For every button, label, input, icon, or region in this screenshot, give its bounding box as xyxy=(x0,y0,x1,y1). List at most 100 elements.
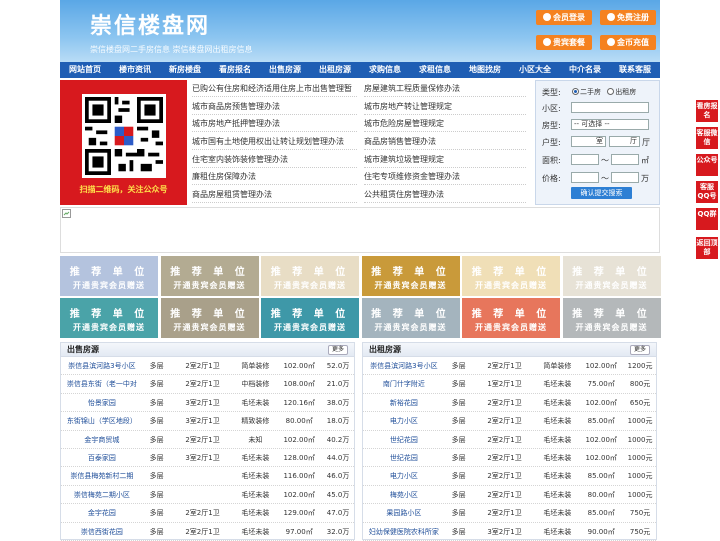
area-max-input[interactable] xyxy=(611,154,639,165)
table-row[interactable]: 妇幼保健医院农科所家 多层 3室2厅1卫 毛坯未装 90.00㎡ 750元 xyxy=(363,523,656,541)
nav-item[interactable]: 出租房源 xyxy=(310,62,360,78)
nav-item[interactable]: 求购信息 xyxy=(360,62,410,78)
vip-package-button[interactable]: 贵宾套餐 xyxy=(536,35,592,50)
hall-select[interactable]: 厅 xyxy=(609,136,640,147)
table-row[interactable]: 金宇商贸城 多层 2室2厅1卫 未知 102.00㎡ 40.2万 xyxy=(61,431,354,449)
policy-link[interactable]: 已购公有住房和经济适用住房上市出售管理暂 xyxy=(192,80,357,97)
listing-name[interactable]: 果园路小区 xyxy=(363,504,445,521)
price-min-input[interactable] xyxy=(571,172,599,183)
table-row[interactable]: 怡景家园 多层 3室2厅1卫 毛坯未装 120.16㎡ 38.0万 xyxy=(61,394,354,413)
listing-name[interactable]: 崇信县滨河路3号小区 xyxy=(363,357,445,374)
sidebar-button[interactable]: 看房报名 xyxy=(696,100,718,122)
table-row[interactable]: 东街锦山（学区地段） 多层 3室2厅1卫 精致装修 80.00㎡ 18.0万 xyxy=(61,412,354,431)
recommend-unit-tile[interactable]: 推 荐 单 位开通贵宾会员赠送 xyxy=(60,256,158,296)
policy-link[interactable]: 城市建筑垃圾管理规定 xyxy=(364,151,526,168)
table-row[interactable]: 百泰家园 多层 3室2厅1卫 毛坯未装 128.00㎡ 44.0万 xyxy=(61,449,354,468)
ad-banner[interactable] xyxy=(60,207,660,253)
listing-name[interactable]: 金宇花园 xyxy=(61,504,143,521)
listing-name[interactable]: 世纪花园 xyxy=(363,449,445,466)
table-row[interactable]: 崇信县东街（老一中对 多层 2室2厅1卫 中档装修 108.00㎡ 21.0万 xyxy=(61,375,354,394)
nav-item[interactable]: 看房报名 xyxy=(210,62,260,78)
listing-name[interactable]: 电力小区 xyxy=(363,467,445,484)
sidebar-button[interactable]: 返回顶部 xyxy=(696,237,718,259)
sidebar-button[interactable]: QQ群 xyxy=(696,208,718,230)
policy-link[interactable]: 城市危险房屋管理规定 xyxy=(364,115,526,132)
listing-name[interactable]: 电力小区 xyxy=(363,412,445,429)
nav-item[interactable]: 地图找房 xyxy=(460,62,510,78)
recommend-unit-tile[interactable]: 推 荐 单 位开通贵宾会员赠送 xyxy=(160,298,259,338)
policy-link[interactable]: 住宅专项维修资金管理办法 xyxy=(364,168,526,185)
listing-name[interactable]: 世纪花园 xyxy=(363,431,445,448)
policy-link[interactable]: 房屋建筑工程质量保修办法 xyxy=(364,80,526,97)
nav-item[interactable]: 中介名录 xyxy=(560,62,610,78)
listing-name[interactable]: 崇信县滨河路3号小区 xyxy=(61,357,143,374)
house-type-select[interactable]: -- 可选择 -- xyxy=(571,119,649,130)
policy-link[interactable]: 商品房销售管理办法 xyxy=(364,133,526,150)
nav-item[interactable]: 网站首页 xyxy=(60,62,110,78)
register-button[interactable]: 免费注册 xyxy=(600,10,656,25)
table-row[interactable]: 崇信梅苑二期小区 多层 毛坯未装 102.00㎡ 45.0万 xyxy=(61,486,354,505)
sidebar-button[interactable]: 客服微信 xyxy=(696,127,718,149)
policy-link[interactable]: 住宅室内装饰装修管理办法 xyxy=(192,151,357,168)
radio-resale[interactable] xyxy=(572,88,579,95)
recharge-button[interactable]: 金币充值 xyxy=(600,35,656,50)
site-logo[interactable]: 崇信楼盘网 xyxy=(90,8,210,40)
listing-name[interactable]: 妇幼保健医院农科所家 xyxy=(363,523,445,540)
listing-name[interactable]: 崇信县梅苑新村二期 xyxy=(61,467,143,484)
policy-link[interactable]: 城市国有土地使用权出让转让规划管理办法 xyxy=(192,133,357,150)
sidebar-button[interactable]: 公众号 xyxy=(696,154,718,176)
rent-more-button[interactable]: 更多 xyxy=(629,345,650,355)
table-row[interactable]: 崇信县滨河路3号小区 多层 2室2厅1卫 简单装修 102.00㎡ 1200元 xyxy=(363,357,656,376)
policy-link[interactable]: 城市商品房预售管理办法 xyxy=(192,98,357,115)
policy-link[interactable]: 商品房屋租赁管理办法 xyxy=(192,186,357,203)
listing-name[interactable]: 崇信西街花园 xyxy=(61,523,143,540)
listing-name[interactable]: 崇信县东街（老一中对 xyxy=(61,375,143,392)
sale-more-button[interactable]: 更多 xyxy=(327,345,348,355)
recommend-unit-tile[interactable]: 推 荐 单 位开通贵宾会员赠送 xyxy=(562,256,661,296)
listing-name[interactable]: 梅苑小区 xyxy=(363,486,445,503)
policy-link[interactable]: 公共租赁住房管理办法 xyxy=(364,186,526,203)
sidebar-button[interactable]: 客服QQ号 xyxy=(696,181,718,203)
room-select[interactable]: 室 xyxy=(571,136,606,147)
table-row[interactable]: 果园路小区 多层 2室2厅1卫 毛坯未装 85.00㎡ 750元 xyxy=(363,504,656,523)
area-min-input[interactable] xyxy=(571,154,599,165)
table-row[interactable]: 崇信县梅苑新村二期 多层 毛坯未装 116.00㎡ 46.0万 xyxy=(61,467,354,486)
table-row[interactable]: 金宇花园 多层 2室2厅1卫 毛坯未装 129.00㎡ 47.0万 xyxy=(61,504,354,523)
recommend-unit-tile[interactable]: 推 荐 单 位开通贵宾会员赠送 xyxy=(261,256,359,296)
table-row[interactable]: 南门什字附近 多层 1室2厅1卫 毛坯未装 75.00㎡ 800元 xyxy=(363,375,656,394)
table-row[interactable]: 世纪花园 多层 2室2厅1卫 毛坯未装 102.00㎡ 1000元 xyxy=(363,449,656,468)
table-row[interactable]: 电力小区 多层 2室2厅1卫 毛坯未装 85.00㎡ 1000元 xyxy=(363,412,656,431)
recommend-unit-tile[interactable]: 推 荐 单 位开通贵宾会员赠送 xyxy=(462,298,560,338)
community-input[interactable] xyxy=(571,102,649,113)
nav-item[interactable]: 出售房源 xyxy=(260,62,310,78)
nav-item[interactable]: 求租信息 xyxy=(410,62,460,78)
radio-rent[interactable] xyxy=(607,88,615,95)
recommend-unit-tile[interactable]: 推 荐 单 位开通贵宾会员赠送 xyxy=(60,298,158,338)
policy-link[interactable]: 城市房地产转让管理规定 xyxy=(364,98,526,115)
policy-link[interactable]: 廉租住房保障办法 xyxy=(192,168,357,185)
nav-item[interactable]: 楼市资讯 xyxy=(110,62,160,78)
recommend-unit-tile[interactable]: 推 荐 单 位开通贵宾会员赠送 xyxy=(462,256,560,296)
table-row[interactable]: 新裕花园 多层 2室2厅1卫 毛坯未装 102.00㎡ 650元 xyxy=(363,394,656,413)
nav-item[interactable]: 联系客服 xyxy=(610,62,660,78)
search-submit-button[interactable]: 确认提交搜索 xyxy=(571,187,632,199)
table-row[interactable]: 崇信西街花园 多层 2室2厅1卫 毛坯未装 97.00㎡ 32.0万 xyxy=(61,523,354,541)
nav-item[interactable]: 新房楼盘 xyxy=(160,62,210,78)
listing-name[interactable]: 百泰家园 xyxy=(61,449,143,466)
listing-name[interactable]: 东街锦山（学区地段） xyxy=(61,412,143,429)
recommend-unit-tile[interactable]: 推 荐 单 位开通贵宾会员赠送 xyxy=(361,298,460,338)
recommend-unit-tile[interactable]: 推 荐 单 位开通贵宾会员赠送 xyxy=(261,298,359,338)
table-row[interactable]: 梅苑小区 多层 2室2厅1卫 毛坯未装 80.00㎡ 1000元 xyxy=(363,486,656,505)
login-button[interactable]: 会员登录 xyxy=(536,10,592,25)
listing-name[interactable]: 怡景家园 xyxy=(61,394,143,411)
recommend-unit-tile[interactable]: 推 荐 单 位开通贵宾会员赠送 xyxy=(562,298,661,338)
table-row[interactable]: 崇信县滨河路3号小区 多层 2室2厅1卫 简单装修 102.00㎡ 52.0万 xyxy=(61,357,354,376)
nav-item[interactable]: 小区大全 xyxy=(510,62,560,78)
listing-name[interactable]: 崇信梅苑二期小区 xyxy=(61,486,143,503)
recommend-unit-tile[interactable]: 推 荐 单 位开通贵宾会员赠送 xyxy=(361,256,460,296)
table-row[interactable]: 电力小区 多层 2室2厅1卫 毛坯未装 85.00㎡ 1000元 xyxy=(363,467,656,486)
listing-name[interactable]: 金宇商贸城 xyxy=(61,431,143,448)
table-row[interactable]: 世纪花园 多层 2室2厅1卫 毛坯未装 102.00㎡ 1000元 xyxy=(363,431,656,449)
listing-name[interactable]: 南门什字附近 xyxy=(363,375,445,392)
listing-name[interactable]: 新裕花园 xyxy=(363,394,445,411)
